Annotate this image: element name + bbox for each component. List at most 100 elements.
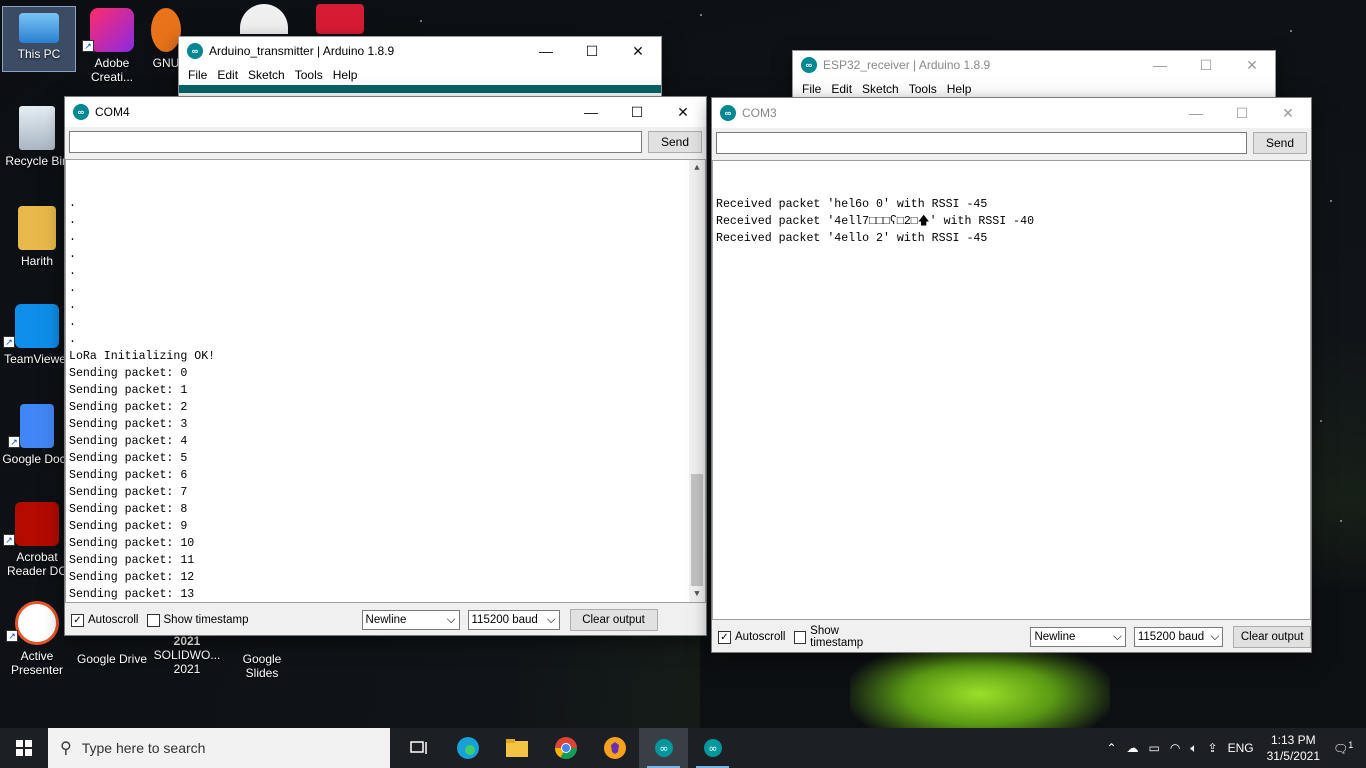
menu-tools[interactable]: Tools <box>904 82 942 96</box>
checkbox-icon[interactable] <box>146 613 160 627</box>
line-ending-select[interactable]: Newline ⌵ <box>361 610 460 630</box>
com3-titlebar[interactable]: ∞ COM3 — ☐ ✕ <box>712 98 1311 128</box>
menu-help[interactable]: Help <box>328 68 363 82</box>
chrome-icon[interactable] <box>541 728 590 768</box>
checkbox-checked-icon[interactable]: ✓ <box>71 613 84 627</box>
desktop-icon-google-docs[interactable]: ↗ Google Docs <box>0 404 74 466</box>
close-icon[interactable]: ✕ <box>660 97 706 127</box>
output-line: Sending packet: 3 <box>69 418 188 431</box>
desktop-icon-harith[interactable]: Harith <box>0 206 74 268</box>
show-timestamp-checkbox[interactable]: Show timestamp <box>146 613 249 627</box>
maximize-icon[interactable]: ☐ <box>614 97 660 127</box>
desktop-icon-adobe-creative-cloud[interactable]: ↗ Adobe Creati... <box>75 8 149 84</box>
output-line: Sending packet: 12 <box>69 571 195 584</box>
file-explorer-icon[interactable] <box>492 728 541 768</box>
task-view-icon[interactable] <box>394 728 443 768</box>
menu-sketch[interactable]: Sketch <box>857 82 904 96</box>
volume-icon[interactable]: 🔈︎ <box>1190 741 1197 756</box>
show-timestamp-checkbox[interactable]: Show timestamp <box>793 625 893 649</box>
scroll-up-icon[interactable]: ▲ <box>689 160 705 176</box>
clear-output-button[interactable]: Clear output <box>1233 626 1311 648</box>
edge-icon[interactable] <box>443 728 492 768</box>
vertical-scrollbar[interactable]: ▲ ▼ <box>689 160 705 602</box>
arduino-transmitter-window[interactable]: ∞ Arduino_transmitter | Arduino 1.8.9 — … <box>178 36 662 100</box>
minimize-icon[interactable]: — <box>568 97 614 127</box>
minimize-icon[interactable]: — <box>523 36 569 66</box>
notification-icon[interactable]: 🗨︎1 <box>1333 740 1361 756</box>
autoscroll-checkbox[interactable]: ✓ Autoscroll <box>71 613 139 627</box>
output-line: . <box>69 282 76 295</box>
chevron-up-icon[interactable]: ⌃ <box>1106 741 1116 755</box>
output-line: . <box>69 248 76 261</box>
clock[interactable]: 1:13 PM 31/5/2021 <box>1267 732 1320 764</box>
output-line: Sending packet: 6 <box>69 469 188 482</box>
scroll-down-icon[interactable]: ▼ <box>689 586 705 602</box>
menu-tools[interactable]: Tools <box>290 68 328 82</box>
desktop-icon-acrobat[interactable]: ↗ Acrobat Reader DC <box>0 502 74 578</box>
battery-icon[interactable]: ▭ <box>1149 741 1160 755</box>
output-line: . <box>69 333 76 346</box>
desktop-icon-video-app[interactable] <box>312 4 368 38</box>
checkbox-checked-icon[interactable]: ✓ <box>718 630 731 644</box>
com4-titlebar[interactable]: ∞ COM4 — ☐ ✕ <box>65 97 706 127</box>
minimize-icon[interactable]: — <box>1173 98 1219 128</box>
menu-sketch[interactable]: Sketch <box>243 68 290 82</box>
chevron-down-icon: ⌵ <box>1113 630 1122 643</box>
desktop-icon-teamviewer[interactable]: ↗ TeamViewer <box>0 304 74 366</box>
esp32-receiver-window[interactable]: ∞ ESP32_receiver | Arduino 1.8.9 — ☐ ✕ F… <box>792 50 1276 102</box>
line-ending-select[interactable]: Newline ⌵ <box>1030 627 1126 647</box>
serial-input[interactable] <box>69 131 642 153</box>
desktop-icon-blender[interactable] <box>236 4 292 38</box>
desktop-icon-google-drive[interactable]: Google Drive <box>75 652 149 666</box>
baud-rate-select[interactable]: 115200 baud ⌵ <box>467 610 560 630</box>
menu-help[interactable]: Help <box>942 82 977 96</box>
baud-rate-select[interactable]: 115200 baud ⌵ <box>1133 627 1224 647</box>
minimize-icon[interactable]: — <box>1137 50 1183 80</box>
desktop-icon-this-pc[interactable]: This PC <box>2 6 76 72</box>
output-line: Received packet 'hel6o 0' with RSSI -45 <box>716 198 988 211</box>
close-icon[interactable]: ✕ <box>1265 98 1311 128</box>
maximize-icon[interactable]: ☐ <box>1183 50 1229 80</box>
output-line: Sending packet: 7 <box>69 486 188 499</box>
checkbox-icon[interactable] <box>793 630 807 644</box>
close-icon[interactable]: ✕ <box>1229 50 1275 80</box>
send-button[interactable]: Send <box>1253 132 1307 154</box>
recycle-bin-icon <box>19 106 55 150</box>
com3-serial-monitor[interactable]: ∞ COM3 — ☐ ✕ Send Received packet 'hel6o… <box>711 97 1312 653</box>
desktop-icon-solidworks[interactable]: 2021 SOLIDWO... 2021 <box>150 634 224 676</box>
arduino-taskbar-icon-2[interactable]: ∞ <box>688 728 737 768</box>
brave-icon[interactable] <box>590 728 639 768</box>
arduino-icon: ∞ <box>720 105 736 121</box>
user-folder-icon <box>18 206 56 250</box>
upload-cloud-icon[interactable]: ⇪ <box>1208 741 1218 755</box>
menu-file[interactable]: File <box>797 82 826 96</box>
desktop-icon-google-slides[interactable]: Google Slides <box>225 652 299 680</box>
taskbar-search-box[interactable]: ⚲ Type here to search <box>48 728 390 768</box>
desktop-icon-recycle-bin[interactable]: Recycle Bin <box>0 106 74 168</box>
menu-edit[interactable]: Edit <box>826 82 857 96</box>
transmitter-titlebar[interactable]: ∞ Arduino_transmitter | Arduino 1.8.9 — … <box>179 37 661 65</box>
serial-input[interactable] <box>716 132 1247 154</box>
onedrive-cloud-icon[interactable]: ☁ <box>1127 741 1139 755</box>
com4-serial-monitor[interactable]: ∞ COM4 — ☐ ✕ Send ......... LoRa Initiali… <box>64 96 707 636</box>
output-line: Sending packet: 8 <box>69 503 188 516</box>
language-indicator[interactable]: ENG <box>1228 741 1254 755</box>
autoscroll-checkbox[interactable]: ✓ Autoscroll <box>718 630 786 644</box>
output-line: Received packet '4ell7□□□ʕ□2□🡅' with RSS… <box>716 215 1035 228</box>
arduino-taskbar-icon[interactable]: ∞ <box>639 728 688 768</box>
scroll-thumb[interactable] <box>691 474 703 586</box>
menu-edit[interactable]: Edit <box>212 68 243 82</box>
start-button[interactable] <box>0 728 48 768</box>
output-line: Sending packet: 13 <box>69 588 195 601</box>
maximize-icon[interactable]: ☐ <box>569 36 615 66</box>
clear-output-button[interactable]: Clear output <box>569 609 658 631</box>
wifi-icon[interactable]: ◠ <box>1170 741 1180 755</box>
send-button[interactable]: Send <box>648 131 702 153</box>
menu-file[interactable]: File <box>183 68 212 82</box>
maximize-icon[interactable]: ☐ <box>1219 98 1265 128</box>
close-icon[interactable]: ✕ <box>615 36 661 66</box>
glowing-tent-background <box>850 640 1110 730</box>
gnu-octave-icon <box>151 8 181 52</box>
receiver-titlebar[interactable]: ∞ ESP32_receiver | Arduino 1.8.9 — ☐ ✕ <box>793 51 1275 79</box>
desktop-icon-active-presenter[interactable]: ↗ Active Presenter <box>0 601 74 677</box>
